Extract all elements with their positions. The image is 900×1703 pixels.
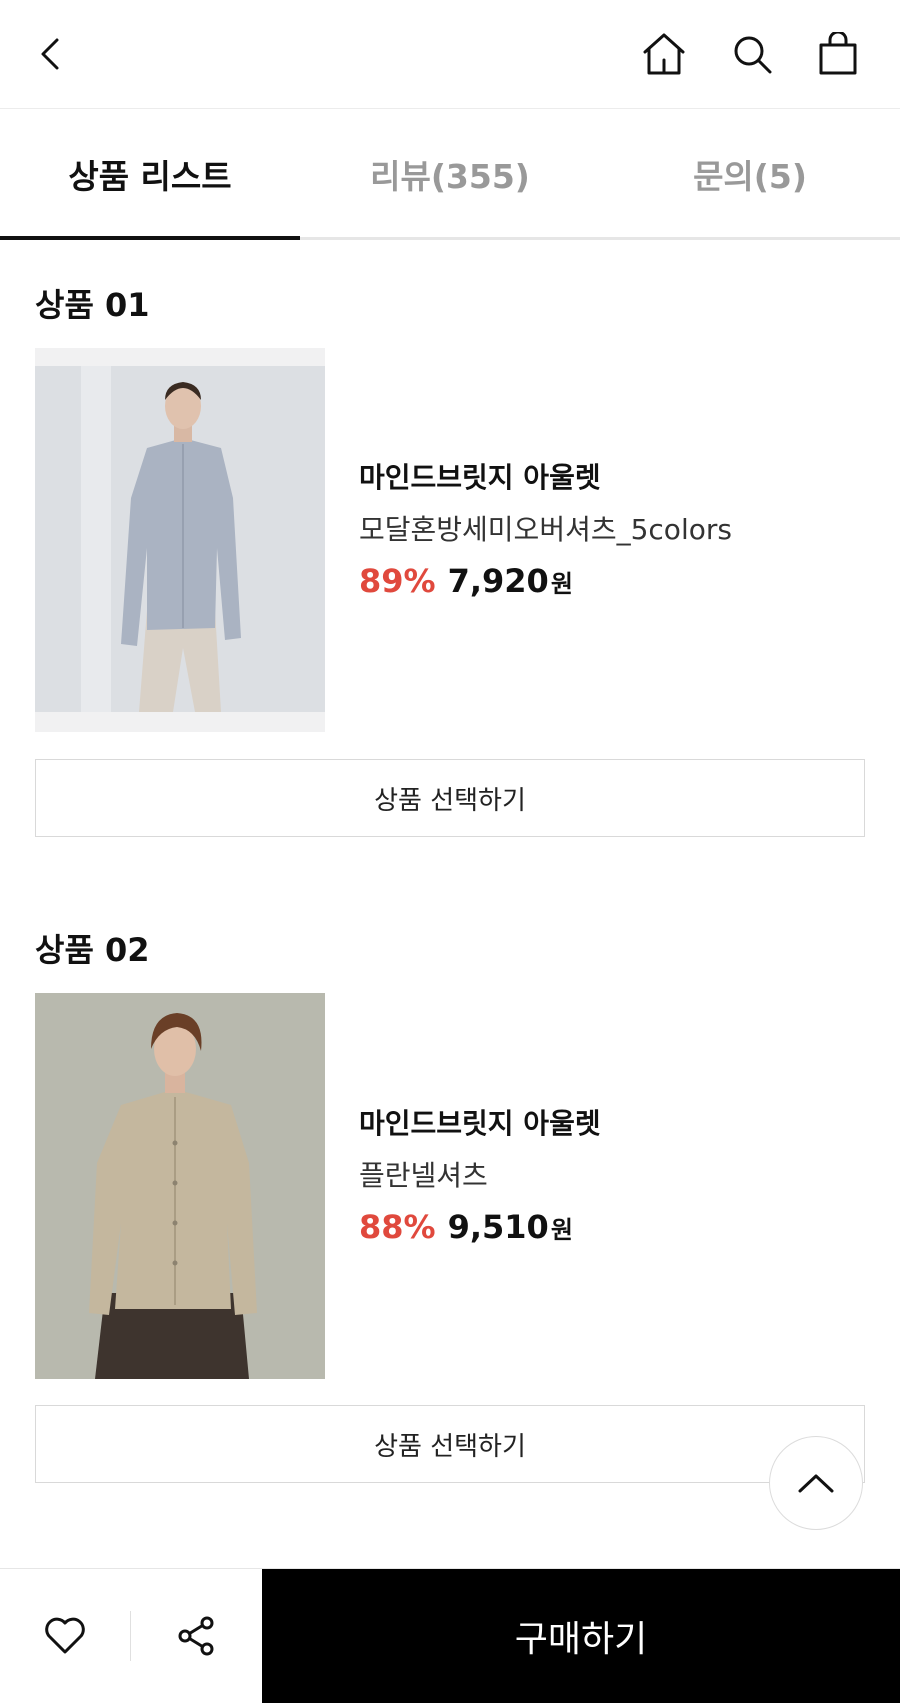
buy-button-label: 구매하기 <box>514 1619 648 1660</box>
tab-label: 리뷰(355) <box>370 157 530 196</box>
product-image[interactable] <box>35 348 325 732</box>
price-row: 89% 7,920 원 <box>359 562 879 600</box>
top-navigation-bar <box>0 0 900 109</box>
currency-unit: 원 <box>550 570 573 598</box>
chevron-up-icon <box>798 1474 834 1493</box>
section-title: 상품 02 <box>35 931 150 969</box>
sale-price: 9,510 <box>447 1208 549 1246</box>
tab-product-list[interactable]: 상품 리스트 <box>0 108 300 240</box>
heart-icon[interactable] <box>0 1569 130 1703</box>
select-product-button[interactable]: 상품 선택하기 <box>35 759 865 837</box>
product-name: 모달혼방세미오버셔츠_5colors <box>359 513 732 546</box>
section-title: 상품 01 <box>35 286 150 324</box>
shopping-bag-icon[interactable] <box>810 26 866 82</box>
product-name: 플란넬셔츠 <box>359 1159 488 1192</box>
select-product-button[interactable]: 상품 선택하기 <box>35 1405 865 1483</box>
brand-name: 마인드브릿지 아울렛 <box>359 1107 601 1140</box>
brand-name: 마인드브릿지 아울렛 <box>359 461 601 494</box>
price-row: 88% 9,510 원 <box>359 1208 879 1246</box>
discount-rate: 88% <box>359 1208 436 1246</box>
product-image[interactable] <box>35 993 325 1379</box>
tab-label: 상품 리스트 <box>68 157 232 196</box>
discount-rate: 89% <box>359 562 436 600</box>
select-product-label: 상품 선택하기 <box>374 1431 526 1462</box>
sale-price: 7,920 <box>447 562 549 600</box>
product-tabs: 상품 리스트 리뷰(355) 문의(5) <box>0 108 900 240</box>
scroll-to-top-button[interactable] <box>769 1436 863 1530</box>
back-arrow-icon[interactable] <box>22 26 78 82</box>
product-info: 마인드브릿지 아울렛 플란넬셔츠 88% 9,510 원 <box>359 1102 879 1246</box>
tab-reviews[interactable]: 리뷰(355) <box>300 108 600 240</box>
buy-button[interactable]: 구매하기 <box>262 1569 900 1703</box>
share-icon[interactable] <box>131 1569 261 1703</box>
currency-unit: 원 <box>550 1216 573 1244</box>
home-icon[interactable] <box>636 26 692 82</box>
select-product-label: 상품 선택하기 <box>374 785 526 816</box>
tab-label: 문의(5) <box>693 157 807 196</box>
active-tab-indicator <box>0 236 300 240</box>
search-icon[interactable] <box>724 26 780 82</box>
tab-inquiries[interactable]: 문의(5) <box>600 108 900 240</box>
product-info: 마인드브릿지 아울렛 모달혼방세미오버셔츠_5colors 89% 7,920 … <box>359 456 879 600</box>
